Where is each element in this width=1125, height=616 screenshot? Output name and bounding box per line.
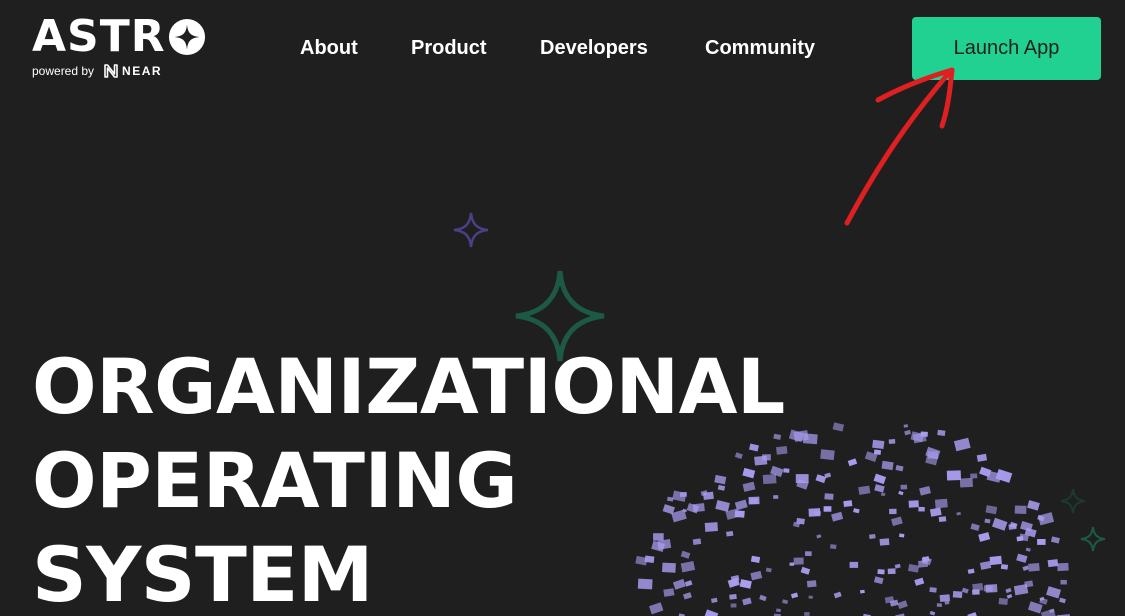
- logo-wordmark: ASTR: [32, 14, 206, 60]
- sparkle-icon: [1080, 526, 1106, 552]
- hero-line-1: ORGANIZATIONAL: [32, 342, 785, 431]
- page: ASTR powered by NEAR About Product Devel…: [0, 0, 1125, 616]
- hero-title: ORGANIZATIONAL OPERATING SYSTEM: [32, 340, 785, 616]
- astro-logo[interactable]: ASTR powered by NEAR: [32, 14, 222, 84]
- near-label: NEAR: [122, 64, 163, 78]
- near-logo-icon: [104, 64, 118, 78]
- nav-about[interactable]: About: [300, 35, 358, 61]
- red-arrow-icon: [844, 67, 955, 226]
- logo-text: ASTR: [32, 11, 166, 62]
- hero-line-3: SYSTEM: [32, 530, 373, 616]
- sparkle-icon: [1060, 488, 1086, 514]
- nav-product[interactable]: Product: [411, 35, 487, 61]
- sparkle-o-icon: [168, 18, 205, 56]
- nav-developers[interactable]: Developers: [540, 35, 648, 61]
- powered-by-label: powered by: [32, 64, 95, 78]
- sparkle-icon: [453, 212, 489, 248]
- hero-line-2: OPERATING: [32, 436, 518, 525]
- powered-by: powered by NEAR: [32, 64, 162, 78]
- launch-app-button[interactable]: Launch App: [912, 17, 1101, 80]
- nav-community[interactable]: Community: [705, 35, 815, 61]
